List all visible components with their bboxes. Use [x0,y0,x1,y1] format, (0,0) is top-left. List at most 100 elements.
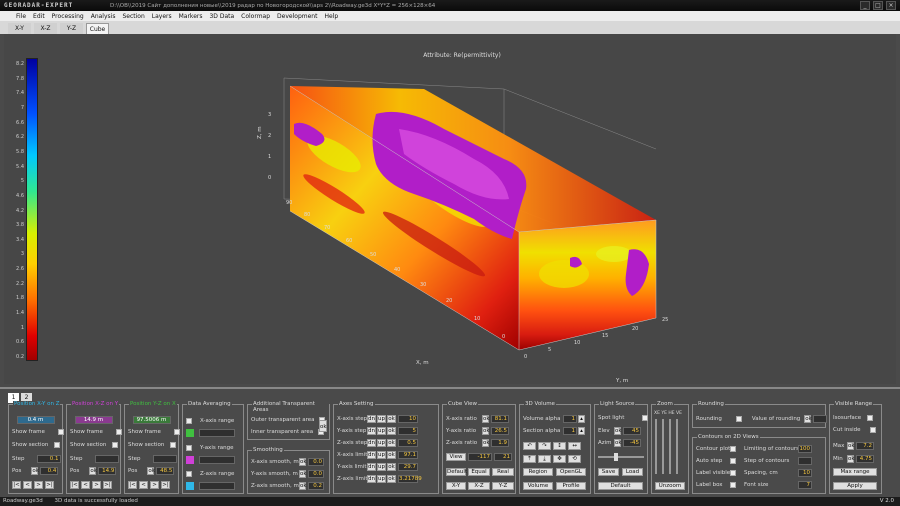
z-range-checkbox[interactable] [186,471,192,477]
x-limit-up-button[interactable]: up [377,451,386,459]
rounding-checkbox[interactable] [735,416,742,422]
position-xz-pos-field[interactable]: 14.9 [98,467,117,475]
zoom-x-slider[interactable] [655,419,657,474]
y-step-ok-button[interactable]: ok [387,427,396,435]
real-button[interactable]: Real [492,468,514,476]
position-yz-ok-button[interactable]: ok [147,467,155,475]
position-yz-next-button[interactable]: > [150,481,159,489]
view-button[interactable]: View [446,453,466,461]
menu-colormap[interactable]: Colormap [241,13,270,20]
min-ok-button[interactable]: ok [847,455,855,463]
y-step-up-button[interactable]: up [377,427,386,435]
x-smooth-field[interactable]: 0.0 [308,458,324,466]
max-range-button[interactable]: Max range [833,468,877,476]
position-xy-show-frame-checkbox[interactable] [57,429,64,435]
position-yz-prev-button[interactable]: < [139,481,148,489]
y-limit-ok-button[interactable]: ok [387,463,396,471]
tab-cube[interactable]: Cube [86,23,109,34]
position-xy-next-button[interactable]: > [34,481,43,489]
z-smooth-ok-button[interactable]: ok [299,482,307,490]
position-xy-show-section-checkbox[interactable] [54,442,61,448]
position-yz-pos-field[interactable]: 48.5 [156,467,175,475]
z-limit-ok-button[interactable]: ok [387,475,396,483]
menu-markers[interactable]: Markers [179,13,203,20]
profile-button[interactable]: Profile [556,482,586,490]
position-xz-first-button[interactable]: |< [70,481,79,489]
position-yz-show-frame-checkbox[interactable] [173,429,180,435]
unzoom-button[interactable]: Unzoom [655,482,685,490]
label-visible-checkbox[interactable] [730,470,736,476]
position-xz-next-button[interactable]: > [92,481,101,489]
x-step-field[interactable]: 10 [398,415,418,423]
y-limit-field[interactable]: 29.7 [398,463,418,471]
position-xy-last-button[interactable]: >| [45,481,54,489]
y-range-field[interactable] [199,456,235,464]
position-xz-prev-button[interactable]: < [81,481,90,489]
position-yz-step-field[interactable] [152,455,177,463]
view-elevation-field[interactable]: 21 [494,453,512,461]
cube-view-area[interactable]: Attribute: Re(permittivity) Z, m 3 2 1 0… [4,34,896,384]
light-slider[interactable] [598,453,644,461]
position-xy-pos-field[interactable]: 0.4 [40,467,59,475]
y-range-color-swatch[interactable] [186,456,194,464]
z-step-field[interactable]: 0.5 [398,439,418,447]
menu-3d-data[interactable]: 3D Data [209,13,234,20]
x-ratio-field[interactable]: 81.1 [491,415,509,423]
x-step-up-button[interactable]: up [377,415,386,423]
y-step-dn-button[interactable]: dn [367,427,376,435]
apply-button[interactable]: Apply [833,482,877,490]
region-button[interactable]: Region [523,468,553,476]
menu-development[interactable]: Development [277,13,317,20]
section-alpha-spin[interactable]: ▴ [578,427,585,435]
menu-analysis[interactable]: Analysis [91,13,116,20]
z-limit-up-button[interactable]: up [377,475,386,483]
menu-layers[interactable]: Layers [152,13,172,20]
z-limit-dn-button[interactable]: dn [367,475,376,483]
volume-alpha-spin[interactable]: ▴ [578,415,585,423]
volume-alpha-field[interactable]: 1 [563,415,577,423]
reset-button[interactable]: ⟲ [568,455,581,463]
equal-button[interactable]: Equal [468,468,490,476]
max-ok-button[interactable]: ok [847,442,855,450]
view-xy-button[interactable]: X-Y [446,482,466,490]
light-default-button[interactable]: Default [598,482,643,490]
y-ratio-ok-button[interactable]: ok [482,427,490,435]
menu-help[interactable]: Help [324,13,338,20]
zoom-v-slider[interactable] [676,419,678,474]
opengl-button[interactable]: OpenGL [556,468,586,476]
max-field[interactable]: 7.2 [856,442,874,450]
y-smooth-ok-button[interactable]: ok [299,470,307,478]
x-limit-dn-button[interactable]: dn [367,451,376,459]
label-box-checkbox[interactable] [730,482,736,488]
x-limit-field[interactable]: 97.1 [398,451,418,459]
z-range-field[interactable] [199,482,235,490]
min-field[interactable]: 4.75 [856,455,874,463]
y-ratio-field[interactable]: 26.5 [491,427,509,435]
position-yz-first-button[interactable]: |< [128,481,137,489]
position-yz-last-button[interactable]: >| [161,481,170,489]
view-yz-button[interactable]: Y-Z [492,482,514,490]
z-range-color-swatch[interactable] [186,482,194,490]
x-smooth-ok-button[interactable]: ok [299,458,307,466]
x-ratio-ok-button[interactable]: ok [482,415,490,423]
position-xz-show-frame-checkbox[interactable] [115,429,122,435]
rounding-ok-button[interactable]: ok [804,415,812,423]
position-xz-show-section-checkbox[interactable] [112,442,119,448]
tilt-up-button[interactable]: ⤒ [523,455,536,463]
x-range-field[interactable] [199,429,235,437]
close-icon[interactable]: × [886,1,896,10]
y-range-checkbox[interactable] [186,445,192,451]
position-yz-show-section-checkbox[interactable] [170,442,177,448]
x-range-checkbox[interactable] [186,418,192,424]
z-step-dn-button[interactable]: dn [367,439,376,447]
z-step-ok-button[interactable]: ok [387,439,396,447]
minimize-icon[interactable]: _ [860,1,870,10]
rounding-value-field[interactable] [813,415,828,423]
transparent-ok-button[interactable]: ok [319,420,327,432]
position-xy-ok-button[interactable]: ok [31,467,39,475]
splitter[interactable] [0,387,900,389]
position-xy-step-field[interactable]: 0.1 [36,455,61,463]
view-xz-button[interactable]: X-Z [468,482,490,490]
y-smooth-field[interactable]: 0.0 [308,470,324,478]
rotate-right-button[interactable]: ↷ [538,442,551,450]
